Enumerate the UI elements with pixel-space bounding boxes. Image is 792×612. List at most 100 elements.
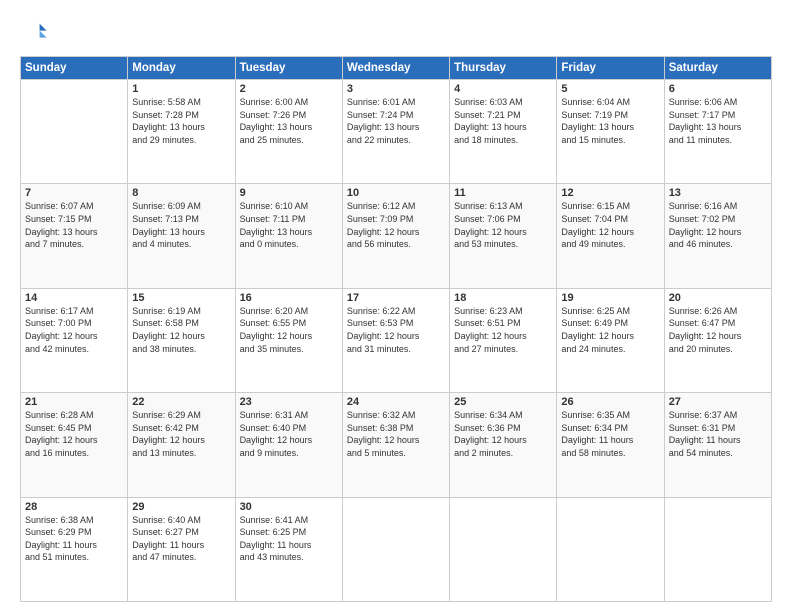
day-header-tuesday: Tuesday — [235, 57, 342, 80]
day-number: 14 — [25, 292, 123, 304]
calendar-cell: 12Sunrise: 6:15 AM Sunset: 7:04 PM Dayli… — [557, 184, 664, 288]
day-number: 12 — [561, 187, 659, 199]
calendar-cell: 3Sunrise: 6:01 AM Sunset: 7:24 PM Daylig… — [342, 80, 449, 184]
calendar-week-row: 1Sunrise: 5:58 AM Sunset: 7:28 PM Daylig… — [21, 80, 772, 184]
day-number: 13 — [669, 187, 767, 199]
day-info: Sunrise: 6:38 AM Sunset: 6:29 PM Dayligh… — [25, 514, 123, 564]
day-number: 17 — [347, 292, 445, 304]
day-number: 6 — [669, 83, 767, 95]
calendar-cell: 29Sunrise: 6:40 AM Sunset: 6:27 PM Dayli… — [128, 497, 235, 601]
day-info: Sunrise: 6:35 AM Sunset: 6:34 PM Dayligh… — [561, 409, 659, 459]
day-number: 11 — [454, 187, 552, 199]
day-info: Sunrise: 6:07 AM Sunset: 7:15 PM Dayligh… — [25, 200, 123, 250]
day-number: 24 — [347, 396, 445, 408]
calendar-week-row: 14Sunrise: 6:17 AM Sunset: 7:00 PM Dayli… — [21, 288, 772, 392]
day-info: Sunrise: 6:01 AM Sunset: 7:24 PM Dayligh… — [347, 96, 445, 146]
day-info: Sunrise: 6:31 AM Sunset: 6:40 PM Dayligh… — [240, 409, 338, 459]
day-info: Sunrise: 6:03 AM Sunset: 7:21 PM Dayligh… — [454, 96, 552, 146]
header — [20, 18, 772, 46]
calendar-cell: 17Sunrise: 6:22 AM Sunset: 6:53 PM Dayli… — [342, 288, 449, 392]
calendar-cell: 4Sunrise: 6:03 AM Sunset: 7:21 PM Daylig… — [450, 80, 557, 184]
calendar-cell: 19Sunrise: 6:25 AM Sunset: 6:49 PM Dayli… — [557, 288, 664, 392]
day-info: Sunrise: 6:19 AM Sunset: 6:58 PM Dayligh… — [132, 305, 230, 355]
day-number: 18 — [454, 292, 552, 304]
day-header-thursday: Thursday — [450, 57, 557, 80]
calendar-cell: 1Sunrise: 5:58 AM Sunset: 7:28 PM Daylig… — [128, 80, 235, 184]
calendar-cell: 9Sunrise: 6:10 AM Sunset: 7:11 PM Daylig… — [235, 184, 342, 288]
day-header-saturday: Saturday — [664, 57, 771, 80]
calendar-week-row: 28Sunrise: 6:38 AM Sunset: 6:29 PM Dayli… — [21, 497, 772, 601]
day-number: 16 — [240, 292, 338, 304]
day-number: 5 — [561, 83, 659, 95]
calendar-cell: 25Sunrise: 6:34 AM Sunset: 6:36 PM Dayli… — [450, 393, 557, 497]
day-number: 9 — [240, 187, 338, 199]
day-info: Sunrise: 6:37 AM Sunset: 6:31 PM Dayligh… — [669, 409, 767, 459]
calendar-cell — [21, 80, 128, 184]
day-number: 1 — [132, 83, 230, 95]
logo-icon — [20, 18, 48, 46]
day-header-wednesday: Wednesday — [342, 57, 449, 80]
day-number: 2 — [240, 83, 338, 95]
day-info: Sunrise: 6:06 AM Sunset: 7:17 PM Dayligh… — [669, 96, 767, 146]
calendar-cell: 6Sunrise: 6:06 AM Sunset: 7:17 PM Daylig… — [664, 80, 771, 184]
calendar-week-row: 7Sunrise: 6:07 AM Sunset: 7:15 PM Daylig… — [21, 184, 772, 288]
day-info: Sunrise: 6:29 AM Sunset: 6:42 PM Dayligh… — [132, 409, 230, 459]
calendar-cell: 27Sunrise: 6:37 AM Sunset: 6:31 PM Dayli… — [664, 393, 771, 497]
day-number: 28 — [25, 501, 123, 513]
day-info: Sunrise: 6:20 AM Sunset: 6:55 PM Dayligh… — [240, 305, 338, 355]
day-info: Sunrise: 5:58 AM Sunset: 7:28 PM Dayligh… — [132, 96, 230, 146]
day-number: 20 — [669, 292, 767, 304]
calendar-table: SundayMondayTuesdayWednesdayThursdayFrid… — [20, 56, 772, 602]
calendar-cell: 18Sunrise: 6:23 AM Sunset: 6:51 PM Dayli… — [450, 288, 557, 392]
day-number: 22 — [132, 396, 230, 408]
day-info: Sunrise: 6:00 AM Sunset: 7:26 PM Dayligh… — [240, 96, 338, 146]
calendar-cell: 21Sunrise: 6:28 AM Sunset: 6:45 PM Dayli… — [21, 393, 128, 497]
calendar-cell: 10Sunrise: 6:12 AM Sunset: 7:09 PM Dayli… — [342, 184, 449, 288]
calendar-cell: 14Sunrise: 6:17 AM Sunset: 7:00 PM Dayli… — [21, 288, 128, 392]
calendar-cell: 30Sunrise: 6:41 AM Sunset: 6:25 PM Dayli… — [235, 497, 342, 601]
day-info: Sunrise: 6:22 AM Sunset: 6:53 PM Dayligh… — [347, 305, 445, 355]
day-number: 10 — [347, 187, 445, 199]
day-info: Sunrise: 6:13 AM Sunset: 7:06 PM Dayligh… — [454, 200, 552, 250]
day-info: Sunrise: 6:09 AM Sunset: 7:13 PM Dayligh… — [132, 200, 230, 250]
calendar-cell — [450, 497, 557, 601]
day-number: 25 — [454, 396, 552, 408]
day-number: 29 — [132, 501, 230, 513]
day-info: Sunrise: 6:26 AM Sunset: 6:47 PM Dayligh… — [669, 305, 767, 355]
calendar-cell — [664, 497, 771, 601]
day-info: Sunrise: 6:12 AM Sunset: 7:09 PM Dayligh… — [347, 200, 445, 250]
day-info: Sunrise: 6:40 AM Sunset: 6:27 PM Dayligh… — [132, 514, 230, 564]
day-info: Sunrise: 6:15 AM Sunset: 7:04 PM Dayligh… — [561, 200, 659, 250]
day-number: 3 — [347, 83, 445, 95]
day-number: 4 — [454, 83, 552, 95]
day-header-monday: Monday — [128, 57, 235, 80]
day-info: Sunrise: 6:28 AM Sunset: 6:45 PM Dayligh… — [25, 409, 123, 459]
day-info: Sunrise: 6:17 AM Sunset: 7:00 PM Dayligh… — [25, 305, 123, 355]
day-info: Sunrise: 6:32 AM Sunset: 6:38 PM Dayligh… — [347, 409, 445, 459]
calendar-week-row: 21Sunrise: 6:28 AM Sunset: 6:45 PM Dayli… — [21, 393, 772, 497]
day-number: 21 — [25, 396, 123, 408]
day-info: Sunrise: 6:10 AM Sunset: 7:11 PM Dayligh… — [240, 200, 338, 250]
day-number: 8 — [132, 187, 230, 199]
day-header-friday: Friday — [557, 57, 664, 80]
logo — [20, 18, 52, 46]
day-info: Sunrise: 6:16 AM Sunset: 7:02 PM Dayligh… — [669, 200, 767, 250]
day-number: 23 — [240, 396, 338, 408]
day-header-sunday: Sunday — [21, 57, 128, 80]
calendar-cell: 5Sunrise: 6:04 AM Sunset: 7:19 PM Daylig… — [557, 80, 664, 184]
calendar-cell: 2Sunrise: 6:00 AM Sunset: 7:26 PM Daylig… — [235, 80, 342, 184]
day-info: Sunrise: 6:34 AM Sunset: 6:36 PM Dayligh… — [454, 409, 552, 459]
calendar-cell: 20Sunrise: 6:26 AM Sunset: 6:47 PM Dayli… — [664, 288, 771, 392]
calendar-cell: 23Sunrise: 6:31 AM Sunset: 6:40 PM Dayli… — [235, 393, 342, 497]
day-number: 7 — [25, 187, 123, 199]
calendar-cell: 15Sunrise: 6:19 AM Sunset: 6:58 PM Dayli… — [128, 288, 235, 392]
calendar-cell: 7Sunrise: 6:07 AM Sunset: 7:15 PM Daylig… — [21, 184, 128, 288]
calendar-cell — [557, 497, 664, 601]
calendar-cell: 22Sunrise: 6:29 AM Sunset: 6:42 PM Dayli… — [128, 393, 235, 497]
calendar-cell: 13Sunrise: 6:16 AM Sunset: 7:02 PM Dayli… — [664, 184, 771, 288]
calendar-cell: 11Sunrise: 6:13 AM Sunset: 7:06 PM Dayli… — [450, 184, 557, 288]
calendar-cell — [342, 497, 449, 601]
day-number: 15 — [132, 292, 230, 304]
day-info: Sunrise: 6:25 AM Sunset: 6:49 PM Dayligh… — [561, 305, 659, 355]
day-number: 19 — [561, 292, 659, 304]
